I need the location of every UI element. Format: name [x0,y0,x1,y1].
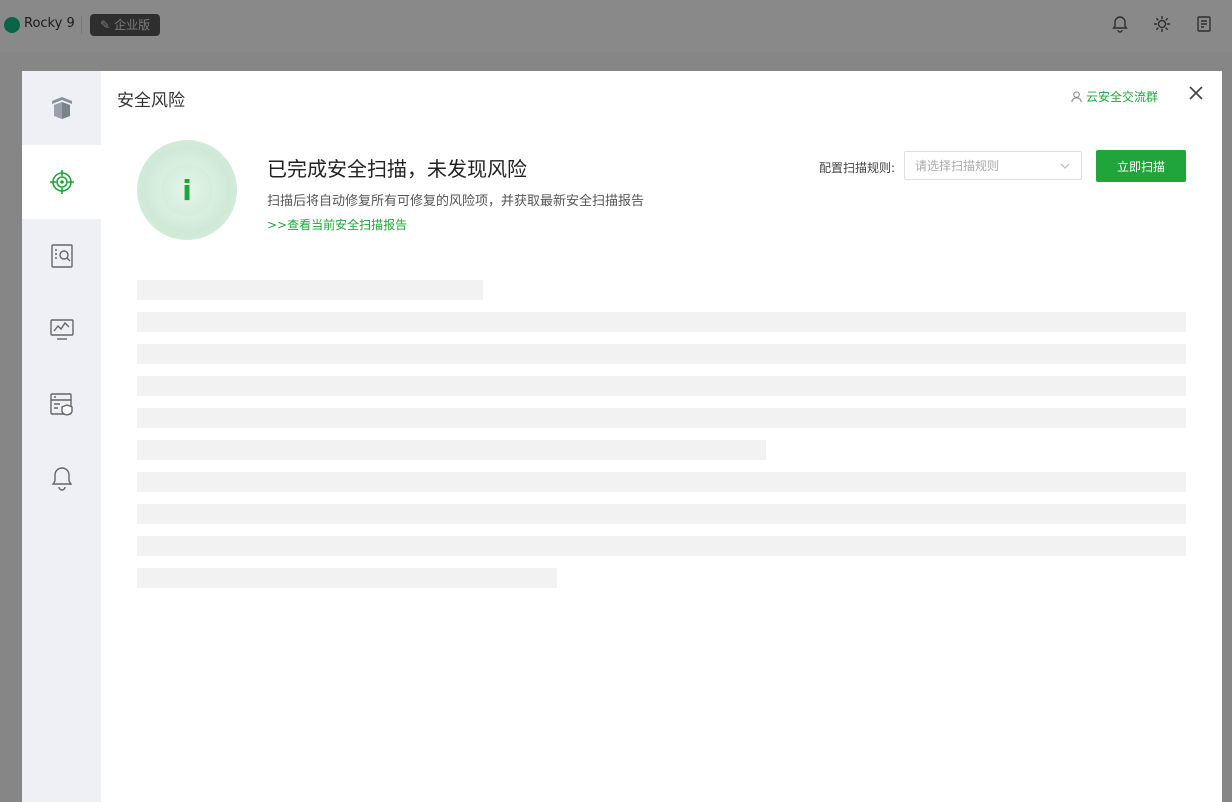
skeleton-row [137,472,1186,492]
modal-main: 安全风险 云安全交流群 i 已完成安全扫描，未发现风险 扫描后将自动修复所有可修… [101,71,1222,802]
community-link[interactable]: 云安全交流群 [1070,88,1158,105]
bell-icon [51,467,72,491]
close-icon[interactable] [1186,83,1206,103]
scan-rule-select[interactable]: 请选择扫描规则 [904,151,1082,180]
skeleton-row [137,376,1186,396]
target-scan-icon [49,170,74,194]
view-report-link[interactable]: >>查看当前安全扫描报告 [267,216,407,233]
community-link-label: 云安全交流群 [1085,90,1158,104]
skeleton-row [137,536,1186,556]
scan-rule-label: 配置扫描规则: [819,161,896,175]
sidebar-item-alerts[interactable] [22,441,101,515]
skeleton-row [137,312,1186,332]
modal-title: 安全风险 [117,91,185,111]
modal-sidebar [22,71,101,802]
scan-rule-placeholder: 请选择扫描规则 [915,159,1000,173]
server-shield-icon [49,393,73,416]
skeleton-row [137,280,483,300]
skeleton-row [137,408,1186,428]
shield-box-icon [51,97,72,119]
skeleton-row [137,504,1186,524]
skeleton-row [137,568,557,588]
sidebar-item-log-audit[interactable] [22,219,101,293]
security-risk-modal: 安全风险 云安全交流群 i 已完成安全扫描，未发现风险 扫描后将自动修复所有可修… [22,71,1222,802]
sidebar-item-monitor[interactable] [22,293,101,367]
sidebar-item-overview[interactable] [22,71,101,145]
chevron-down-icon [1060,163,1070,169]
info-icon: i [161,164,213,216]
status-indicator: i [137,140,237,240]
skeleton-row [137,344,1186,364]
scan-now-button[interactable]: 立即扫描 [1096,150,1186,182]
users-icon [1071,91,1082,103]
monitor-pulse-icon [49,319,74,340]
status-title: 已完成安全扫描，未发现风险 [267,157,527,181]
status-description: 扫描后将自动修复所有可修复的风险项，并获取最新安全扫描报告 [267,194,645,209]
document-search-icon [50,244,73,268]
sidebar-item-security-scan[interactable] [22,145,101,219]
skeleton-row [137,440,766,460]
sidebar-item-server-protect[interactable] [22,367,101,441]
